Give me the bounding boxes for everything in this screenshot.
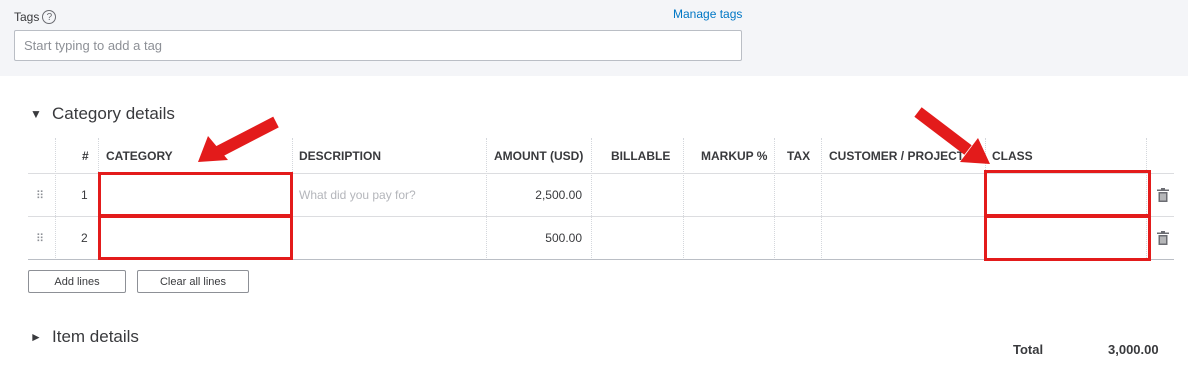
item-details-title: Item details xyxy=(52,327,139,346)
column-divider xyxy=(486,138,487,260)
tags-label: Tags ? xyxy=(14,10,57,24)
amount-cell[interactable]: 500.00 xyxy=(488,217,582,259)
header-amount: AMOUNT (USD) xyxy=(494,148,584,163)
category-highlight-box xyxy=(98,215,293,260)
arrow-to-category-icon xyxy=(198,116,279,162)
drag-handle-icon[interactable]: ⠿ xyxy=(36,174,44,216)
total-value: 3,000.00 xyxy=(1108,342,1159,357)
collapse-triangle-icon: ▼ xyxy=(30,107,42,121)
description-cell[interactable]: What did you pay for? xyxy=(299,174,416,216)
category-details-toggle[interactable]: ▼ Category details xyxy=(30,104,175,124)
row-number: 1 xyxy=(81,188,88,202)
help-icon[interactable]: ? xyxy=(42,10,57,24)
clear-all-lines-button[interactable]: Clear all lines xyxy=(137,270,249,293)
trash-icon[interactable] xyxy=(1157,231,1169,245)
row-number: 2 xyxy=(81,231,88,245)
trash-icon[interactable] xyxy=(1157,188,1169,202)
column-divider xyxy=(774,138,775,260)
header-category: CATEGORY xyxy=(106,148,173,163)
expand-triangle-icon: ► xyxy=(30,330,42,344)
add-lines-button[interactable]: Add lines xyxy=(28,270,126,293)
class-highlight-box xyxy=(984,170,1151,217)
manage-tags-link[interactable]: Manage tags xyxy=(673,7,742,21)
item-details-toggle[interactable]: ► Item details xyxy=(30,327,139,347)
category-details-title: Category details xyxy=(52,104,175,123)
column-divider xyxy=(55,138,56,260)
arrow-to-class-icon xyxy=(914,107,990,164)
header-tax: TAX xyxy=(787,148,811,163)
tags-label-text: Tags xyxy=(14,10,40,24)
tag-input[interactable] xyxy=(14,30,742,61)
header-billable: BILLABLE xyxy=(611,148,671,163)
header-num: # xyxy=(82,148,89,163)
header-description: DESCRIPTION xyxy=(299,148,382,163)
class-highlight-box xyxy=(984,215,1151,261)
category-highlight-box xyxy=(98,172,293,217)
column-divider xyxy=(683,138,684,260)
column-divider xyxy=(591,138,592,260)
column-divider xyxy=(821,138,822,260)
drag-handle-icon[interactable]: ⠿ xyxy=(36,217,44,259)
header-class: CLASS xyxy=(992,148,1033,163)
amount-cell[interactable]: 2,500.00 xyxy=(488,174,582,216)
header-markup: MARKUP % xyxy=(701,148,768,163)
total-label: Total xyxy=(1013,342,1044,357)
